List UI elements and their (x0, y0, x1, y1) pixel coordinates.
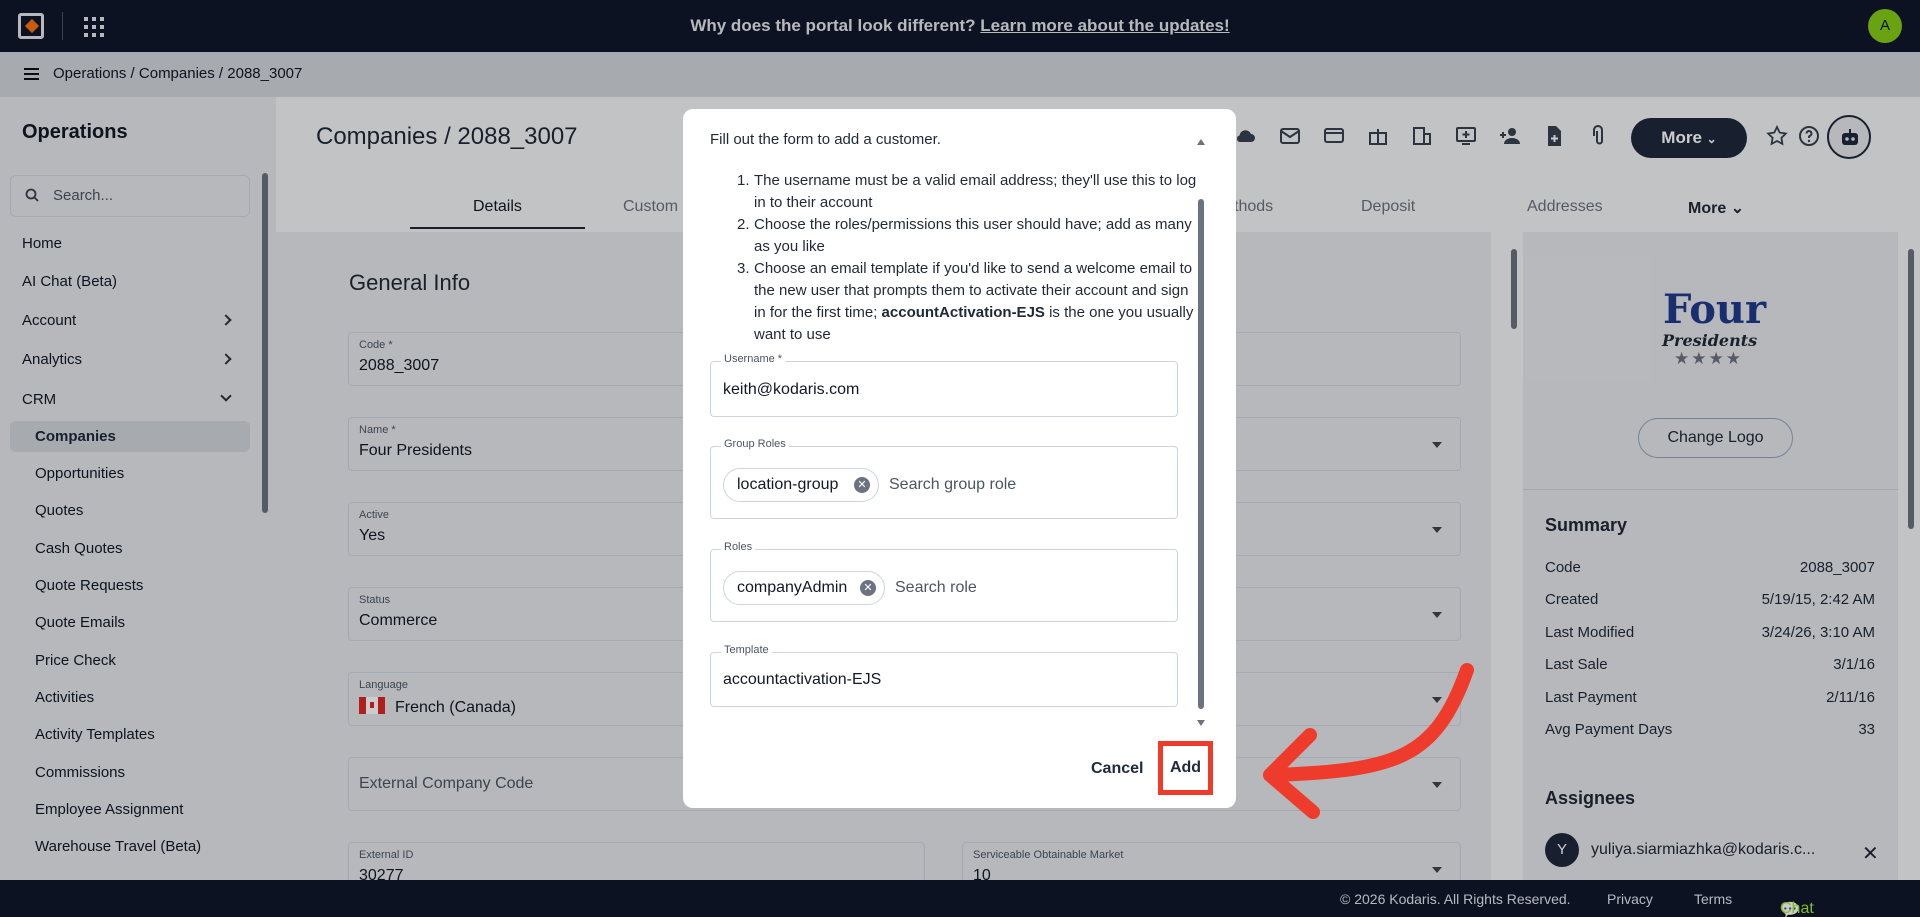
username-value: keith@kodaris.com (723, 381, 860, 398)
add-button[interactable]: Add (1158, 741, 1213, 795)
annotation-arrow (1263, 663, 1474, 819)
instruction-item: 3. Choose an email template if you'd like… (710, 258, 1200, 346)
cancel-button[interactable]: Cancel (1091, 760, 1143, 778)
group-role-search-input[interactable]: Search group role (889, 476, 1016, 494)
template-value: accountactivation-EJS (723, 671, 882, 688)
role-chip-label: companyAdmin (737, 579, 848, 596)
remove-chip-icon[interactable]: ✕ (860, 580, 876, 596)
instructions-list: 1. The username must be a valid email add… (710, 170, 1200, 346)
group-role-chip-label: location-group (737, 476, 839, 493)
template-field[interactable]: Template accountactivation-EJS (710, 644, 1178, 707)
template-label: Template (721, 644, 772, 656)
step-number: 1. (737, 172, 750, 189)
roles-label: Roles (721, 541, 756, 553)
username-field[interactable]: Username * keith@kodaris.com (710, 353, 1178, 417)
roles-field[interactable]: Roles companyAdmin ✕ Search role (710, 541, 1178, 622)
scroll-down-arrow-icon[interactable] (1197, 720, 1205, 726)
instruction-item: 1. The username must be a valid email add… (710, 170, 1200, 214)
group-role-chip: location-group ✕ (723, 468, 879, 502)
dialog-scrollbar[interactable] (1198, 199, 1204, 709)
group-roles-label: Group Roles (721, 438, 789, 450)
step-text: The username must be a valid email addre… (754, 172, 1197, 211)
username-label: Username * (721, 353, 786, 365)
step-text: Choose the roles/permissions this user s… (754, 216, 1192, 255)
instruction-item: 2. Choose the roles/permissions this user… (710, 214, 1200, 258)
group-roles-field[interactable]: Group Roles location-group ✕ Search grou… (710, 438, 1178, 519)
dialog-intro: Fill out the form to add a customer. (710, 131, 941, 148)
step-template-name: accountActivation-EJS (881, 304, 1045, 321)
step-number: 2. (737, 216, 750, 233)
step-number: 3. (737, 260, 750, 277)
role-chip: companyAdmin ✕ (723, 571, 885, 605)
role-search-input[interactable]: Search role (895, 579, 977, 597)
scroll-up-arrow-icon[interactable] (1197, 139, 1205, 145)
add-customer-dialog: Fill out the form to add a customer. 1. T… (683, 109, 1236, 808)
remove-chip-icon[interactable]: ✕ (854, 477, 870, 493)
